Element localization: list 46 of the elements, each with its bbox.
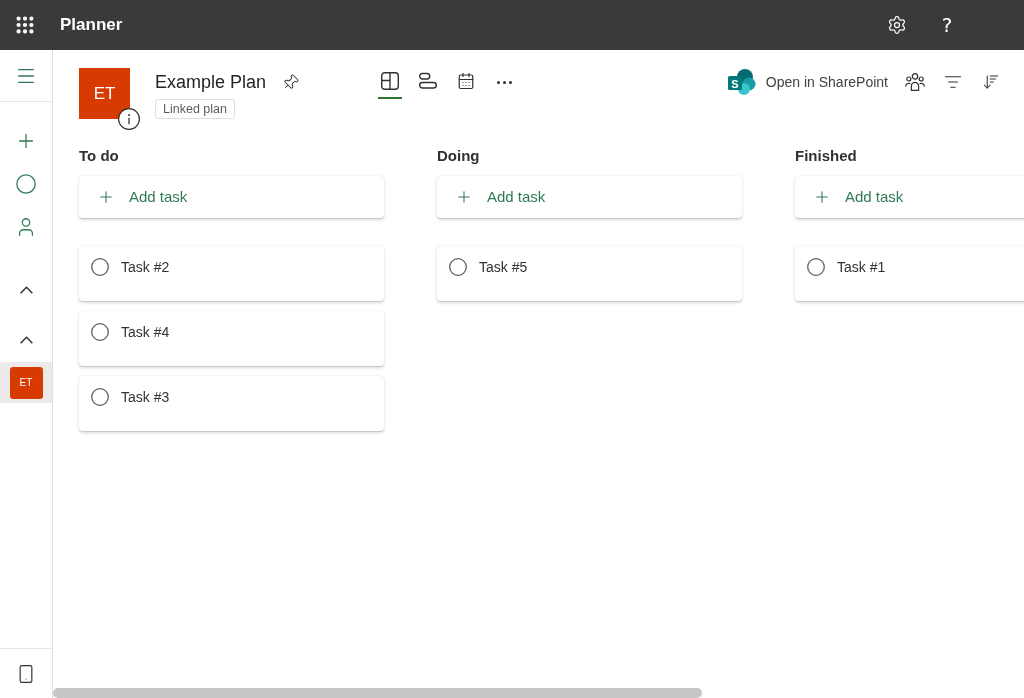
task-title: Task #5 — [479, 257, 528, 277]
linked-plan-tag: Linked plan — [155, 99, 235, 119]
task-circle-icon[interactable] — [807, 258, 825, 276]
add-task-button[interactable]: Add task — [79, 176, 384, 218]
task-card[interactable]: Task #5 — [437, 246, 742, 301]
more-icon — [496, 80, 512, 84]
task-card[interactable]: Task #4 — [79, 311, 384, 366]
task-circle-icon[interactable] — [91, 388, 109, 406]
task-card[interactable]: Task #2 — [79, 246, 384, 301]
plus-icon — [813, 188, 831, 206]
add-task-button[interactable]: Add task — [437, 176, 742, 218]
bucket-title: To do — [79, 146, 119, 166]
task-circle-icon[interactable] — [91, 258, 109, 276]
plus-icon — [97, 188, 115, 206]
plan-avatar: ET — [79, 68, 130, 119]
task-card[interactable]: Task #3 — [79, 376, 384, 431]
plus-icon — [455, 188, 473, 206]
task-circle-icon[interactable] — [91, 323, 109, 341]
bucket-title: Finished — [795, 146, 857, 166]
dot-grid-icon — [14, 14, 36, 36]
task-title: Task #3 — [121, 387, 170, 407]
plan-nav-item[interactable]: ET — [0, 362, 52, 403]
bucket-title: Doing — [437, 146, 480, 166]
task-title: Task #2 — [121, 257, 170, 277]
settings-icon — [887, 15, 907, 35]
info-icon[interactable] — [118, 108, 140, 130]
app-title: Planner — [60, 14, 123, 37]
timeline-view-icon — [419, 72, 437, 90]
chevron-up-icon — [19, 336, 33, 344]
scrollbar[interactable] — [53, 688, 702, 698]
open-in-sharepoint-link[interactable]: S Open in SharePoint — [727, 69, 896, 95]
add-task-button[interactable]: Add task — [795, 176, 1024, 218]
task-card[interactable]: Task #1 — [795, 246, 1024, 301]
task-circle-icon[interactable] — [449, 258, 467, 276]
sort-icon — [982, 73, 1000, 91]
filter-icon — [944, 73, 962, 91]
board-view-icon — [381, 72, 399, 90]
group-icon — [905, 73, 925, 91]
calendar-view-icon — [457, 72, 475, 90]
plan-avatar: ET — [9, 366, 43, 399]
plan-title: Example Plan — [155, 71, 267, 94]
help-button[interactable]: ? — [922, 0, 972, 50]
task-title: Task #4 — [121, 322, 170, 342]
chevron-up-icon — [19, 285, 33, 294]
task-title: Task #1 — [837, 257, 886, 277]
circle-icon — [15, 172, 37, 195]
